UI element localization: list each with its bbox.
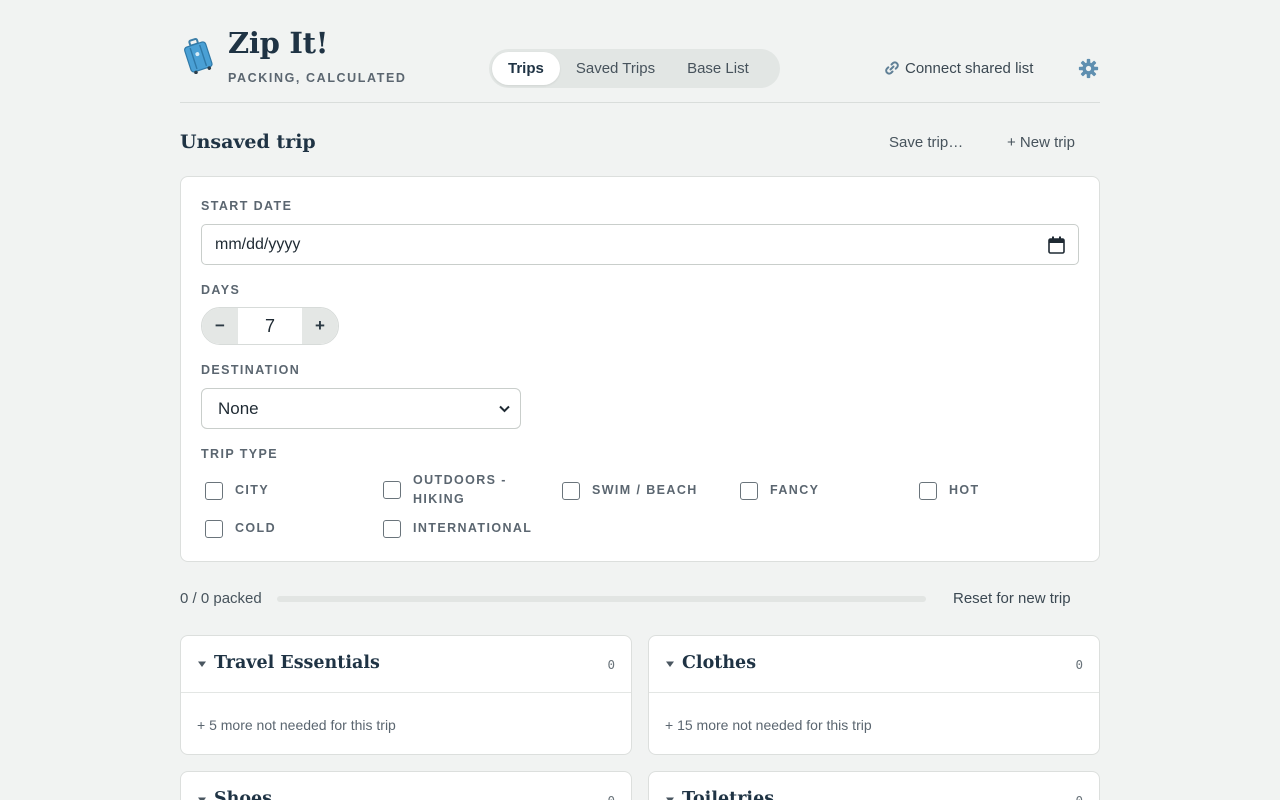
category-card-clothes: Clothes 0 + 15 more not needed for this … <box>648 635 1100 755</box>
category-header[interactable]: Travel Essentials 0 <box>181 636 631 693</box>
days-stepper: − 7 + <box>201 307 339 345</box>
checkbox[interactable] <box>205 481 223 500</box>
trip-type-city-label: CITY <box>235 483 270 497</box>
checkbox[interactable] <box>562 481 580 500</box>
chevron-down-icon <box>499 405 510 413</box>
trip-type-international[interactable]: INTERNATIONAL <box>383 519 532 538</box>
link-icon <box>885 61 899 75</box>
caret-down-icon <box>666 661 674 667</box>
trip-type-fancy[interactable]: FANCY <box>740 481 819 500</box>
days-increment-button[interactable]: + <box>302 308 338 344</box>
category-card-toiletries: Toiletries 0 <box>648 771 1100 800</box>
trip-type-city[interactable]: CITY <box>205 481 269 500</box>
category-count: 0 <box>1075 657 1083 672</box>
caret-down-icon <box>198 661 206 667</box>
category-title: Shoes <box>214 789 273 800</box>
save-trip-button[interactable]: Save trip… <box>889 134 963 151</box>
category-count: 0 <box>607 657 615 672</box>
connect-label: Connect shared list <box>905 59 1034 77</box>
category-header[interactable]: Shoes 0 <box>181 772 631 800</box>
category-hidden-items[interactable]: + 15 more not needed for this trip <box>665 717 872 733</box>
trip-title: Unsaved trip <box>180 131 316 153</box>
trip-type-cold-label: COLD <box>235 521 277 535</box>
tab-saved-trips[interactable]: Saved Trips <box>560 52 671 85</box>
start-date-label: START DATE <box>201 199 293 213</box>
packed-progress-bar <box>277 596 926 602</box>
trip-type-cold[interactable]: COLD <box>205 519 276 538</box>
checkbox[interactable] <box>740 481 758 500</box>
category-title: Travel Essentials <box>214 653 380 673</box>
category-title: Toiletries <box>682 789 775 800</box>
packed-progress-text: 0 / 0 packed <box>180 590 262 607</box>
trip-type-international-label: INTERNATIONAL <box>413 521 533 535</box>
calendar-icon[interactable] <box>1048 236 1065 254</box>
destination-selected: None <box>218 398 259 418</box>
trip-type-swim-beach[interactable]: SWIM / BEACH <box>562 481 698 500</box>
app-header: Zip It! PACKING, CALCULATED Trips Saved … <box>180 0 1100 103</box>
caret-down-icon <box>666 797 674 800</box>
suitcase-icon <box>184 37 213 74</box>
checkbox[interactable] <box>383 519 401 538</box>
category-header[interactable]: Toiletries 0 <box>649 772 1099 800</box>
category-count: 0 <box>607 793 615 800</box>
category-hidden-items[interactable]: + 5 more not needed for this trip <box>197 717 396 733</box>
days-value[interactable]: 7 <box>238 308 302 344</box>
trip-type-label: TRIP TYPE <box>201 447 278 461</box>
trip-type-swim-beach-label: SWIM / BEACH <box>592 483 698 497</box>
trip-type-hot-label: HOT <box>949 483 980 497</box>
category-count: 0 <box>1075 793 1083 800</box>
gear-icon[interactable] <box>1078 58 1099 79</box>
app-title: Zip It! <box>228 26 329 60</box>
start-date-placeholder: mm/dd/yyyy <box>215 235 301 253</box>
category-title: Clothes <box>682 653 757 673</box>
checkbox[interactable] <box>383 481 401 499</box>
tab-trips[interactable]: Trips <box>492 52 560 85</box>
reset-trip-button[interactable]: Reset for new trip <box>953 590 1071 607</box>
checkbox[interactable] <box>205 519 223 538</box>
connect-shared-list-button[interactable]: Connect shared list <box>883 59 1033 77</box>
main-tabs: Trips Saved Trips Base List <box>489 49 780 88</box>
trip-form-card: START DATE mm/dd/yyyy DAYS − 7 + DESTINA… <box>180 176 1100 562</box>
tab-base-list[interactable]: Base List <box>671 52 765 85</box>
app-subtitle: PACKING, CALCULATED <box>228 71 407 85</box>
start-date-input[interactable]: mm/dd/yyyy <box>201 224 1079 265</box>
category-header[interactable]: Clothes 0 <box>649 636 1099 693</box>
days-label: DAYS <box>201 283 241 297</box>
destination-label: DESTINATION <box>201 363 301 377</box>
new-trip-button[interactable]: + New trip <box>1007 134 1075 151</box>
trip-type-outdoors-hiking-label: OUTDOORS - HIKING <box>413 473 507 506</box>
checkbox[interactable] <box>919 481 937 500</box>
trip-type-hot[interactable]: HOT <box>919 481 980 500</box>
category-card-shoes: Shoes 0 <box>180 771 632 800</box>
trip-type-outdoors-hiking[interactable]: OUTDOORS - HIKING <box>383 471 523 509</box>
category-card-travel-essentials: Travel Essentials 0 + 5 more not needed … <box>180 635 632 755</box>
destination-select[interactable]: None <box>201 388 521 429</box>
caret-down-icon <box>198 797 206 800</box>
trip-type-fancy-label: FANCY <box>770 483 820 497</box>
app-container: Zip It! PACKING, CALCULATED Trips Saved … <box>180 0 1100 800</box>
days-decrement-button[interactable]: − <box>202 308 238 344</box>
